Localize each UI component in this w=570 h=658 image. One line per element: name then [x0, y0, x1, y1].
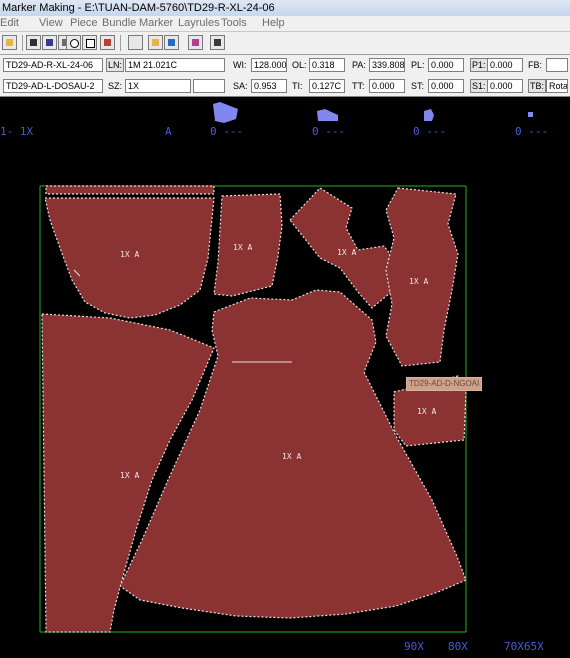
pattern-pieces: [41, 185, 467, 633]
ruler-mark: 70X65X: [504, 640, 544, 653]
ruler-mark: 80X: [448, 640, 468, 653]
marker-canvas[interactable]: 1X A 1X A 1X A 1X A 1X A 1X A 1X A: [0, 0, 570, 658]
piece-label: 1X A: [337, 248, 356, 257]
piece-tooltip: TD29-AD-D-NGOAI: [406, 377, 483, 391]
pattern-piece-top-strip[interactable]: [45, 185, 215, 195]
piece-label: 1X A: [282, 452, 301, 461]
piece-label: 1X A: [409, 277, 428, 286]
piece-label: 1X A: [120, 471, 139, 480]
piece-label: 1X A: [417, 407, 436, 416]
piece-label: 1X A: [120, 250, 139, 259]
piece-label: 1X A: [233, 243, 252, 252]
bottom-ruler: 90X 80X 70X65X: [400, 640, 570, 656]
ruler-mark: 90X: [404, 640, 424, 653]
